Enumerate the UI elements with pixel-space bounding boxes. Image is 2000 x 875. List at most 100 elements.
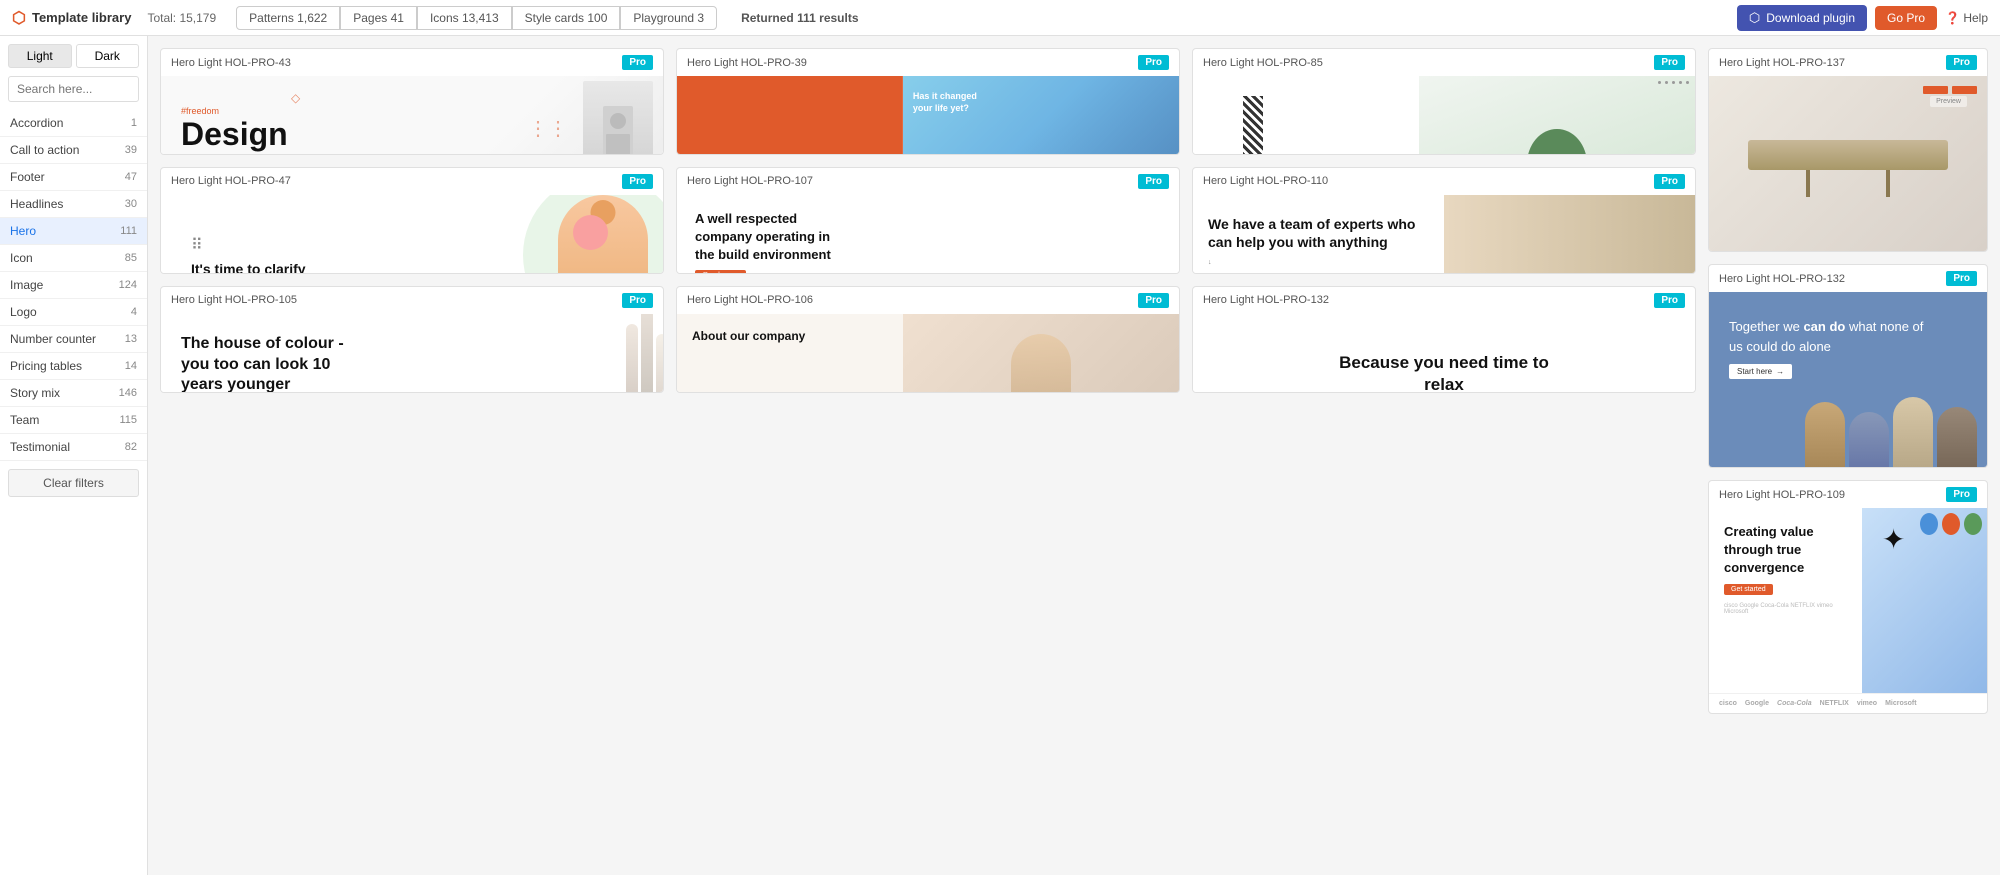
topbar-actions: ⬡ Download plugin Go Pro ❓ Help xyxy=(1737,5,1988,31)
hero132-person1 xyxy=(1805,402,1845,467)
card-137-image: Preview Preview xyxy=(1709,76,1987,251)
tab-pages[interactable]: Pages 41 xyxy=(340,6,417,30)
hero43-title: Design xyxy=(181,116,288,153)
right-column: Hero Light HOL-PRO-137 Pro Preview xyxy=(1708,48,1988,863)
template-card-47: Hero Light HOL-PRO-47 Pro ⠿ It's time to… xyxy=(160,167,664,274)
hero85-right: Say hello → Something here xyxy=(1419,76,1695,155)
sidebar-item-pricing-tables[interactable]: Pricing tables 14 xyxy=(0,353,147,380)
hero109-balloons xyxy=(1920,513,1982,535)
search-input[interactable] xyxy=(8,76,139,102)
card-47-title: Hero Light HOL-PRO-47 xyxy=(171,175,291,187)
template-card-108: Hero Light HOL-PRO-105 Pro The house of … xyxy=(160,286,664,393)
card-43-header: Hero Light HOL-PRO-43 Pro xyxy=(161,49,663,76)
balloon-3 xyxy=(1964,513,1982,535)
hero132-title-text: Together we can do what none of us could… xyxy=(1729,317,1929,356)
template-card-137: Hero Light HOL-PRO-137 Pro Preview xyxy=(1708,48,1988,252)
card-109-badge: Pro xyxy=(1946,487,1977,502)
card-137-title: Hero Light HOL-PRO-137 xyxy=(1719,57,1845,69)
card-43-title: Hero Light HOL-PRO-43 xyxy=(171,57,291,69)
logo-cisco: cisco xyxy=(1719,700,1737,707)
template-card-109: Hero Light HOL-PRO-109 Pro Creating valu… xyxy=(1708,480,1988,714)
card-137-header: Hero Light HOL-PRO-137 Pro xyxy=(1709,49,1987,76)
clear-filters-button[interactable]: Clear filters xyxy=(8,469,139,497)
hero110-bg: 3.3 8.0 xyxy=(1444,195,1695,274)
card-132-title: Hero Light HOL-PRO-132 xyxy=(1719,273,1845,285)
theme-dark-button[interactable]: Dark xyxy=(76,44,140,68)
template-card-132: Hero Light HOL-PRO-132 Pro Together we c… xyxy=(1708,264,1988,468)
sidebar-item-logo[interactable]: Logo 4 xyxy=(0,299,147,326)
card-109-title: Hero Light HOL-PRO-109 xyxy=(1719,489,1845,501)
card-108-badge: Pro xyxy=(622,293,653,308)
hero109-right: ✦ xyxy=(1862,508,1987,693)
sidebar-item-story-mix[interactable]: Story mix 146 xyxy=(0,380,147,407)
hero105-title: About our company xyxy=(692,329,888,343)
card-107-header: Hero Light HOL-PRO-107 Pro xyxy=(677,168,1179,195)
sidebar-item-team[interactable]: Team 115 xyxy=(0,407,147,434)
hero39-right: Has it changed your life yet? xyxy=(903,76,1179,155)
hero132-person4 xyxy=(1937,407,1977,467)
template-card-39: Hero Light HOL-PRO-39 Pro HELLO YOU! Has… xyxy=(676,48,1180,155)
template-card-43: Hero Light HOL-PRO-43 Pro #freedom Desig… xyxy=(160,48,664,155)
hero137-accent-btns xyxy=(1923,86,1977,94)
hero132-person2 xyxy=(1849,412,1889,467)
balloon-2 xyxy=(1942,513,1960,535)
tab-playground[interactable]: Playground 3 xyxy=(620,6,717,30)
sidebar-item-footer[interactable]: Footer 47 xyxy=(0,164,147,191)
total-stats: Total: 15,179 xyxy=(147,11,216,25)
hero107-top: A well respected company operating in th… xyxy=(677,195,1179,274)
theme-light-button[interactable]: Light xyxy=(8,44,72,68)
template-card-105: Hero Light HOL-PRO-106 Pro About our com… xyxy=(676,286,1180,393)
hero106-title: Because you need time to relax xyxy=(1334,352,1554,393)
hero85-left: EXPANDING POSSIBILITIES xyxy=(1193,76,1419,155)
hero109-star-icon: ✦ xyxy=(1882,523,1905,556)
card-39-title: Hero Light HOL-PRO-39 xyxy=(687,57,807,69)
sidebar-item-call-to-action[interactable]: Call to action 39 xyxy=(0,137,147,164)
sidebar-item-image[interactable]: Image 124 xyxy=(0,272,147,299)
card-108-title: Hero Light HOL-PRO-105 xyxy=(171,294,297,306)
card-106-header: Hero Light HOL-PRO-132 Pro xyxy=(1193,287,1695,314)
tab-icons[interactable]: Icons 13,413 xyxy=(417,6,512,30)
hero47-title: It's time to clarify your direction xyxy=(191,260,321,274)
search-box xyxy=(8,76,139,102)
hero137-label-a: Preview xyxy=(1930,96,1967,107)
hero106-content: Because you need time to relax xyxy=(1193,314,1695,393)
main-layout: Light Dark Accordion 1 Call to action 39… xyxy=(0,36,2000,875)
hero39-left: HELLO YOU! xyxy=(677,76,903,155)
hero110-left: We have a team of experts who can help y… xyxy=(1193,195,1444,274)
download-plugin-button[interactable]: ⬡ Download plugin xyxy=(1737,5,1867,31)
sidebar-item-icon[interactable]: Icon 85 xyxy=(0,245,147,272)
card-110-image: We have a team of experts who can help y… xyxy=(1193,195,1695,274)
card-43-image: #freedom Design A greater measure of con… xyxy=(161,76,663,155)
card-39-badge: Pro xyxy=(1138,55,1169,70)
hero43-figure xyxy=(583,81,653,155)
card-85-image: EXPANDING POSSIBILITIES xyxy=(1193,76,1695,155)
gopro-button[interactable]: Go Pro xyxy=(1875,6,1937,30)
sidebar-item-hero[interactable]: Hero 111 xyxy=(0,218,147,245)
help-button[interactable]: ❓ Help xyxy=(1945,11,1988,25)
card-110-header: Hero Light HOL-PRO-110 Pro xyxy=(1193,168,1695,195)
hero43-text: #freedom Design A greater measure of con… xyxy=(181,106,288,155)
card-85-badge: Pro xyxy=(1654,55,1685,70)
sidebar-item-testimonial[interactable]: Testimonial 82 xyxy=(0,434,147,461)
template-card-106: Hero Light HOL-PRO-132 Pro Because you n… xyxy=(1192,286,1696,393)
hero110-street-bg xyxy=(1444,195,1695,274)
logo-microsoft: Microsoft xyxy=(1885,700,1917,707)
sidebar-item-accordion[interactable]: Accordion 1 xyxy=(0,110,147,137)
card-85-header: Hero Light HOL-PRO-85 Pro xyxy=(1193,49,1695,76)
card-105-title: Hero Light HOL-PRO-106 xyxy=(687,294,813,306)
sidebar-item-number-counter[interactable]: Number counter 13 xyxy=(0,326,147,353)
hero110-title: We have a team of experts who can help y… xyxy=(1208,215,1429,251)
hero43-dots: ⋮⋮ xyxy=(528,116,568,141)
hero109-title: Creating value through true convergence xyxy=(1724,523,1847,578)
tab-style-cards[interactable]: Style cards 100 xyxy=(512,6,621,30)
hero110-scroll-hint: ↓ xyxy=(1208,259,1429,266)
hero85-dots xyxy=(1658,81,1690,84)
hero47-dots-icon: ⠿ xyxy=(191,235,321,255)
hero109-cta-btn: Get started xyxy=(1724,584,1773,595)
hero108-products xyxy=(626,314,663,393)
wp-icon: ⬡ xyxy=(1749,10,1760,26)
topbar: ⬡ Template library Total: 15,179 Pattern… xyxy=(0,0,2000,36)
sidebar-item-headlines[interactable]: Headlines 30 xyxy=(0,191,147,218)
tab-patterns[interactable]: Patterns 1,622 xyxy=(236,6,340,30)
hero132-person3 xyxy=(1893,397,1933,467)
